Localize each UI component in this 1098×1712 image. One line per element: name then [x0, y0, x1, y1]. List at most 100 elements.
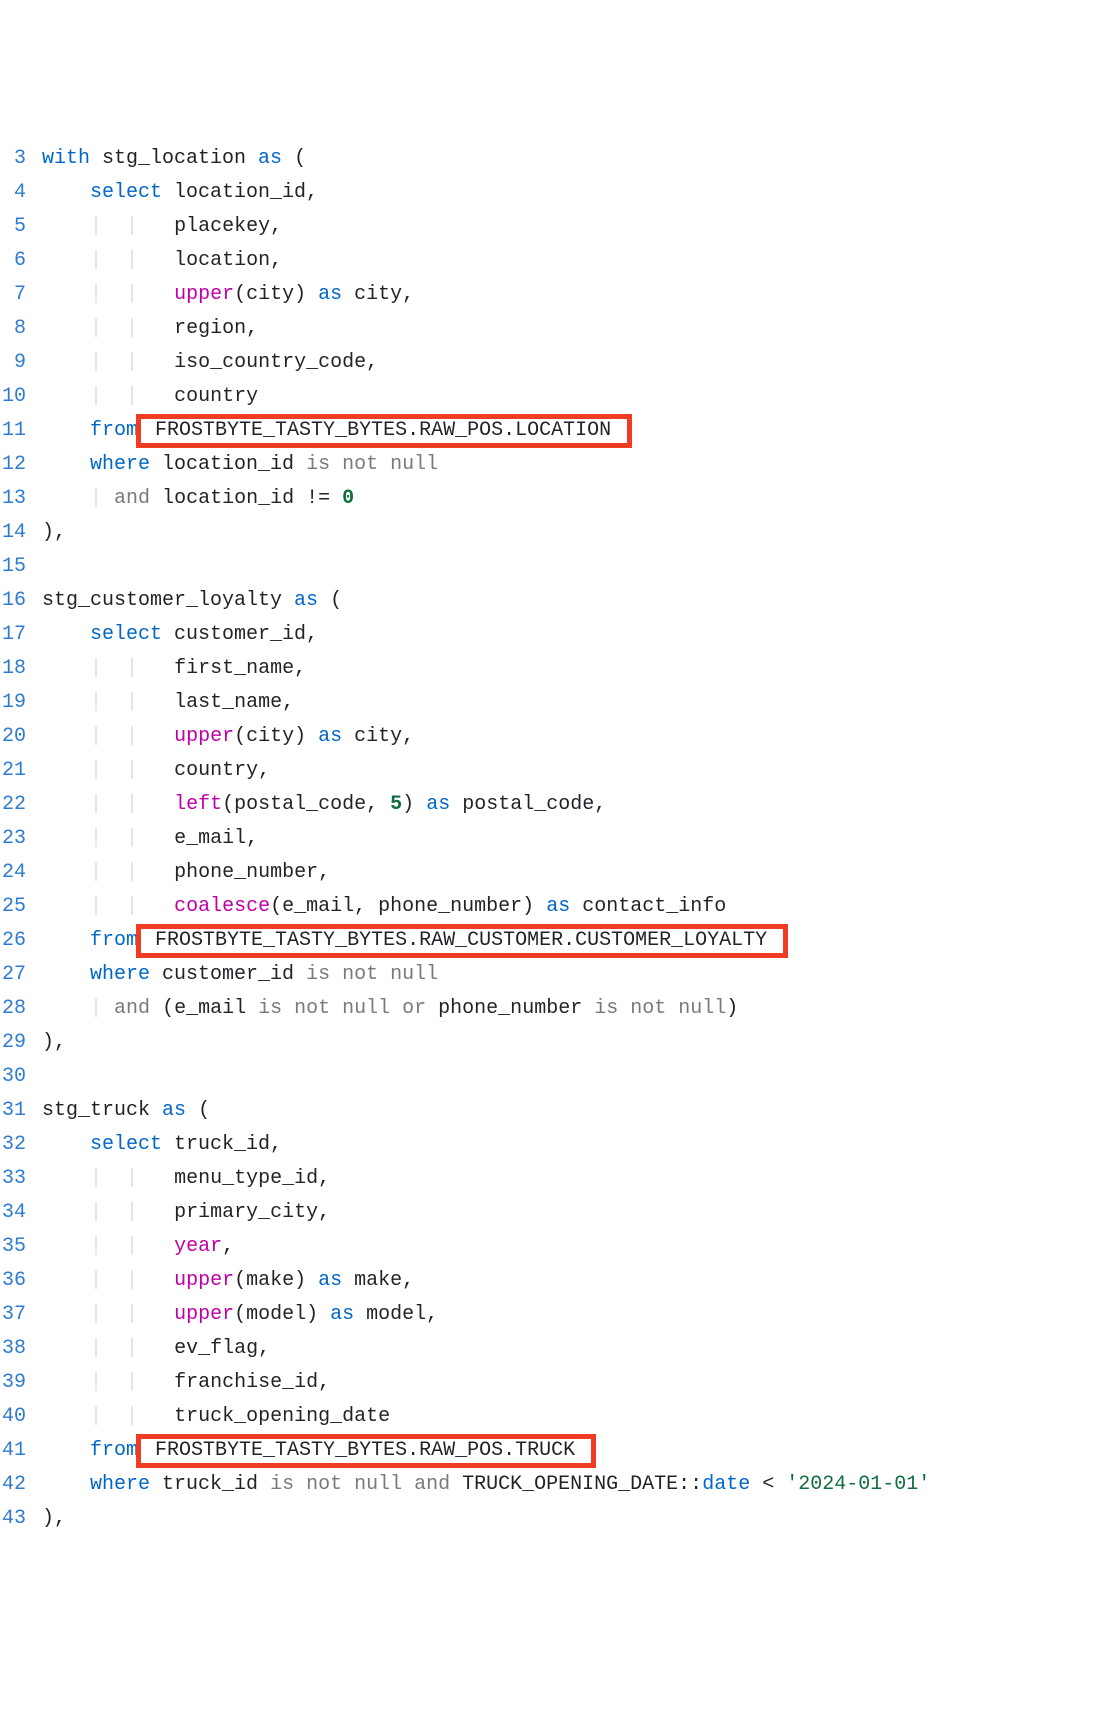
- code-token: e_mail, phone_number: [282, 895, 522, 918]
- code-token: [402, 1473, 414, 1496]
- code-line[interactable]: where location_id is not null: [42, 448, 1098, 482]
- code-token: '2024-01-01': [786, 1473, 930, 1496]
- code-line[interactable]: | | phone_number,: [42, 856, 1098, 890]
- code-token: upper: [174, 1269, 234, 1292]
- code-line[interactable]: | and (e_mail is not null or phone_numbe…: [42, 992, 1098, 1026]
- code-line[interactable]: where truck_id is not null and TRUCK_OPE…: [42, 1468, 1098, 1502]
- code-line[interactable]: | | upper(model) as model,: [42, 1298, 1098, 1332]
- code-token: ,: [54, 521, 66, 544]
- code-line[interactable]: | and location_id != 0: [42, 482, 1098, 516]
- code-token: [42, 1167, 90, 1190]
- line-number: 32: [0, 1128, 26, 1162]
- code-token: as: [294, 589, 318, 612]
- code-line[interactable]: ),: [42, 516, 1098, 550]
- code-token: from: [90, 419, 138, 442]
- code-line[interactable]: select customer_id,: [42, 618, 1098, 652]
- code-token: [534, 895, 546, 918]
- code-token: |: [90, 759, 102, 782]
- code-token: [102, 1371, 126, 1394]
- code-token: phone_number: [426, 997, 594, 1020]
- line-number: 21: [0, 754, 26, 788]
- code-token: location_id,: [162, 181, 318, 204]
- code-token: (: [234, 1269, 246, 1292]
- code-line[interactable]: | | region,: [42, 312, 1098, 346]
- code-token: [42, 351, 90, 374]
- code-token: stg_location: [90, 147, 258, 170]
- code-token: [102, 1235, 126, 1258]
- code-line[interactable]: ),: [42, 1502, 1098, 1536]
- code-token: (: [222, 793, 234, 816]
- line-number: 37: [0, 1298, 26, 1332]
- code-line[interactable]: | | upper(city) as city,: [42, 720, 1098, 754]
- code-line[interactable]: ),: [42, 1026, 1098, 1060]
- code-token: ): [294, 283, 306, 306]
- code-token: as: [318, 283, 342, 306]
- code-editor[interactable]: 3456789101112131415161718192021222324252…: [0, 142, 1098, 1536]
- line-number: 28: [0, 992, 26, 1026]
- code-token: |: [126, 861, 138, 884]
- code-line[interactable]: where customer_id is not null: [42, 958, 1098, 992]
- code-line[interactable]: select location_id,: [42, 176, 1098, 210]
- line-number: 34: [0, 1196, 26, 1230]
- code-line[interactable]: from FROSTBYTE_TASTY_BYTES.RAW_CUSTOMER.…: [42, 924, 1098, 958]
- code-token: [42, 453, 90, 476]
- code-line[interactable]: from FROSTBYTE_TASTY_BYTES.RAW_POS.TRUCK: [42, 1434, 1098, 1468]
- code-token: (: [162, 997, 174, 1020]
- code-line[interactable]: | | e_mail,: [42, 822, 1098, 856]
- code-token: phone_number,: [138, 861, 330, 884]
- code-content[interactable]: with stg_location as ( select location_i…: [42, 142, 1098, 1536]
- code-line[interactable]: from FROSTBYTE_TASTY_BYTES.RAW_POS.LOCAT…: [42, 414, 1098, 448]
- code-token: ): [42, 1507, 54, 1530]
- code-line[interactable]: select truck_id,: [42, 1128, 1098, 1162]
- code-token: [306, 725, 318, 748]
- code-line[interactable]: | | ev_flag,: [42, 1332, 1098, 1366]
- code-token: where: [90, 453, 150, 476]
- code-token: franchise_id,: [138, 1371, 330, 1394]
- code-line[interactable]: | | menu_type_id,: [42, 1162, 1098, 1196]
- code-line[interactable]: | | coalesce(e_mail, phone_number) as co…: [42, 890, 1098, 924]
- code-token: year: [174, 1235, 222, 1258]
- code-line[interactable]: [42, 1060, 1098, 1094]
- code-token: [42, 861, 90, 884]
- code-line[interactable]: | | upper(make) as make,: [42, 1264, 1098, 1298]
- code-line[interactable]: | | country,: [42, 754, 1098, 788]
- code-token: [306, 283, 318, 306]
- code-line[interactable]: | | last_name,: [42, 686, 1098, 720]
- code-line[interactable]: | | franchise_id,: [42, 1366, 1098, 1400]
- code-line[interactable]: with stg_location as (: [42, 142, 1098, 176]
- code-line[interactable]: | | country: [42, 380, 1098, 414]
- code-line[interactable]: | | upper(city) as city,: [42, 278, 1098, 312]
- code-token: |: [126, 793, 138, 816]
- code-token: (: [198, 1099, 210, 1122]
- code-line[interactable]: [42, 550, 1098, 584]
- code-line[interactable]: | | truck_opening_date: [42, 1400, 1098, 1434]
- code-token: |: [126, 385, 138, 408]
- code-token: ): [726, 997, 738, 1020]
- code-line[interactable]: | | location,: [42, 244, 1098, 278]
- code-token: |: [126, 759, 138, 782]
- code-token: as: [546, 895, 570, 918]
- code-token: and: [414, 1473, 450, 1496]
- code-token: stg_truck: [42, 1099, 162, 1122]
- code-line[interactable]: | | first_name,: [42, 652, 1098, 686]
- code-line[interactable]: | | left(postal_code, 5) as postal_code,: [42, 788, 1098, 822]
- code-token: location,: [138, 249, 282, 272]
- code-line[interactable]: | | year,: [42, 1230, 1098, 1264]
- line-number: 33: [0, 1162, 26, 1196]
- code-token: [150, 997, 162, 1020]
- code-line[interactable]: | | placekey,: [42, 210, 1098, 244]
- code-line[interactable]: stg_customer_loyalty as (: [42, 584, 1098, 618]
- code-line[interactable]: stg_truck as (: [42, 1094, 1098, 1128]
- code-line[interactable]: | | iso_country_code,: [42, 346, 1098, 380]
- code-token: country,: [138, 759, 270, 782]
- code-line[interactable]: | | primary_city,: [42, 1196, 1098, 1230]
- code-token: |: [90, 1337, 102, 1360]
- line-number: 35: [0, 1230, 26, 1264]
- code-token: |: [90, 1371, 102, 1394]
- code-token: is not null: [306, 963, 438, 986]
- line-number: 10: [0, 380, 26, 414]
- code-token: [750, 1473, 762, 1496]
- line-number: 19: [0, 686, 26, 720]
- code-token: is not null: [594, 997, 726, 1020]
- code-token: |: [90, 317, 102, 340]
